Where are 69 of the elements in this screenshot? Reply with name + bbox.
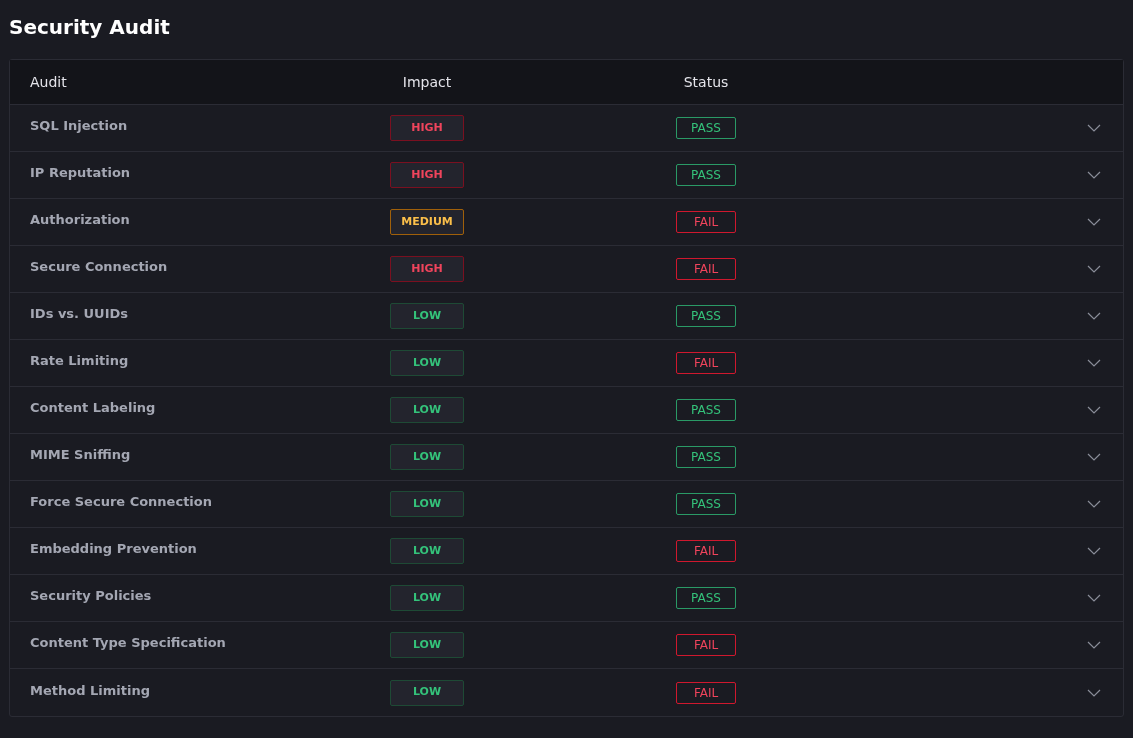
audit-row[interactable]: Secure Connection HIGH FAIL — [10, 246, 1123, 293]
column-header: Audit — [30, 72, 68, 92]
audit-name: Force Secure Connection — [30, 493, 213, 512]
audit-row[interactable]: Method Limiting LOW FAIL — [10, 669, 1123, 716]
status-badge: FAIL — [676, 211, 736, 233]
status-badge: PASS — [676, 399, 736, 421]
status-badge: PASS — [676, 446, 736, 468]
impact-badge: HIGH — [390, 256, 464, 282]
audit-row[interactable]: Authorization MEDIUM FAIL — [10, 199, 1123, 246]
impact-badge: HIGH — [390, 162, 464, 188]
chevron-down-icon[interactable] — [1087, 312, 1101, 320]
impact-badge: LOW — [390, 538, 464, 564]
status-badge: FAIL — [676, 681, 736, 704]
status-badge: FAIL — [676, 352, 736, 374]
audit-name: SQL Injection — [30, 117, 129, 136]
chevron-down-icon[interactable] — [1087, 547, 1101, 555]
chevron-down-icon[interactable] — [1087, 594, 1101, 602]
chevron-down-icon[interactable] — [1087, 265, 1101, 273]
impact-badge: LOW — [390, 350, 464, 376]
impact-badge: LOW — [390, 585, 464, 611]
chevron-down-icon[interactable] — [1087, 641, 1101, 649]
audit-name: Content Type Specification — [30, 634, 227, 653]
chevron-down-icon[interactable] — [1087, 453, 1101, 461]
status-badge: FAIL — [676, 634, 736, 656]
audit-row[interactable]: IDs vs. UUIDs LOW PASS — [10, 293, 1123, 340]
status-badge: FAIL — [676, 258, 736, 280]
impact-badge: LOW — [390, 397, 464, 423]
status-badge: PASS — [676, 164, 736, 186]
column-header: Impact — [402, 72, 452, 92]
audit-name: MIME Sniffing — [30, 446, 132, 465]
status-badge: PASS — [676, 493, 736, 515]
audit-row[interactable]: MIME Sniffing LOW PASS — [10, 434, 1123, 481]
audit-row[interactable]: Content Labeling LOW PASS — [10, 387, 1123, 434]
impact-badge: LOW — [390, 679, 464, 706]
audit-row[interactable]: Embedding Prevention LOW FAIL — [10, 528, 1123, 575]
status-badge: PASS — [676, 305, 736, 327]
audit-name: Security Policies — [30, 587, 153, 606]
chevron-down-icon[interactable] — [1087, 218, 1101, 226]
impact-badge: MEDIUM — [390, 209, 464, 235]
audit-name: Method Limiting — [30, 681, 151, 700]
audit-name: Authorization — [30, 211, 131, 230]
page-title: Security Audit — [9, 14, 171, 41]
audit-name: IDs vs. UUIDs — [30, 305, 130, 324]
chevron-down-icon[interactable] — [1087, 124, 1101, 132]
audit-row[interactable]: Force Secure Connection LOW PASS — [10, 481, 1123, 528]
audit-row[interactable]: SQL Injection HIGH PASS — [10, 105, 1123, 152]
status-badge: FAIL — [676, 540, 736, 562]
chevron-down-icon[interactable] — [1087, 359, 1101, 367]
audit-row[interactable]: Content Type Specification LOW FAIL — [10, 622, 1123, 669]
audit-name: IP Reputation — [30, 164, 132, 183]
impact-badge: HIGH — [390, 115, 464, 141]
chevron-down-icon[interactable] — [1087, 406, 1101, 414]
audit-row[interactable]: Rate Limiting LOW FAIL — [10, 340, 1123, 387]
impact-badge: LOW — [390, 491, 464, 517]
impact-badge: LOW — [390, 444, 464, 470]
status-badge: PASS — [676, 117, 736, 139]
impact-badge: LOW — [390, 632, 464, 658]
audit-name: Embedding Prevention — [30, 540, 198, 559]
column-header: Status — [683, 72, 729, 92]
audit-name: Rate Limiting — [30, 352, 130, 371]
audit-row[interactable]: Security Policies LOW PASS — [10, 575, 1123, 622]
impact-badge: LOW — [390, 303, 464, 329]
chevron-down-icon[interactable] — [1087, 500, 1101, 508]
chevron-down-icon[interactable] — [1087, 688, 1101, 697]
chevron-down-icon[interactable] — [1087, 171, 1101, 179]
status-badge: PASS — [676, 587, 736, 609]
audit-row[interactable]: IP Reputation HIGH PASS — [10, 152, 1123, 199]
audit-name: Secure Connection — [30, 258, 169, 277]
audit-name: Content Labeling — [30, 399, 157, 418]
